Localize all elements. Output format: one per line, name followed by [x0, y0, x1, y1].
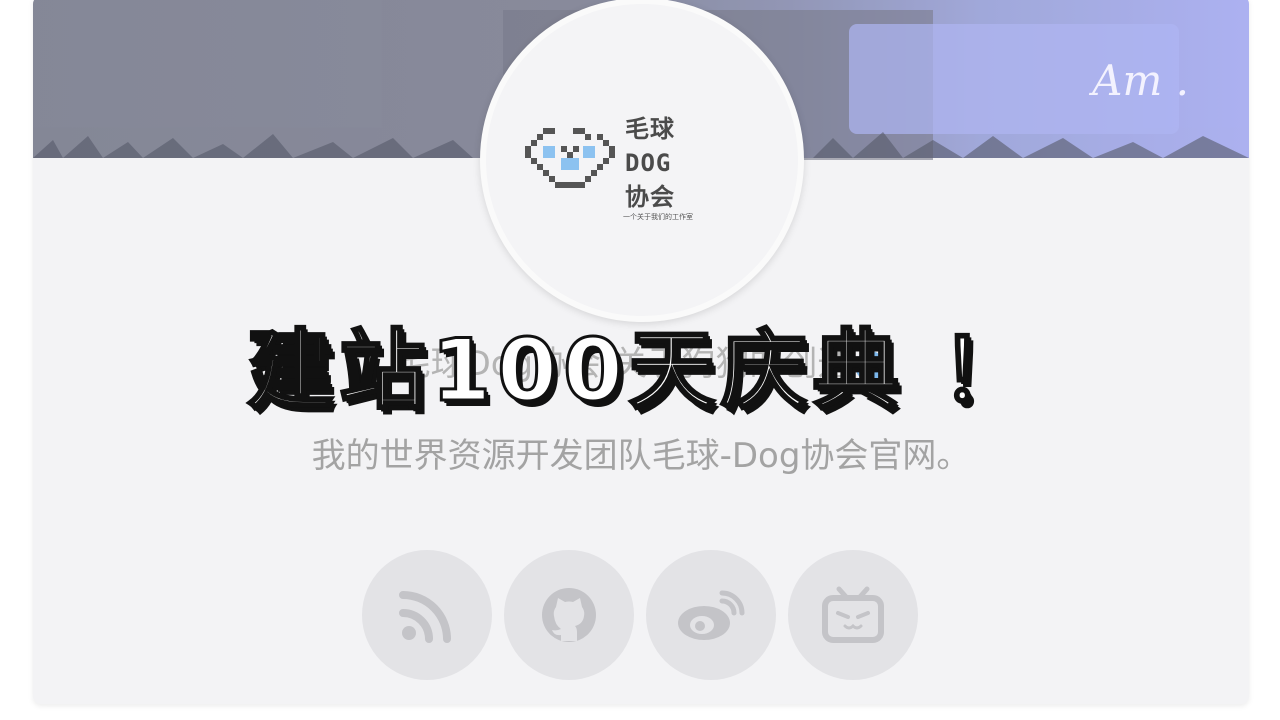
rss-button[interactable] [362, 550, 492, 680]
bilibili-button[interactable] [788, 550, 918, 680]
logo-line-1: 毛球 [625, 115, 675, 143]
site-description: 我的世界资源开发团队毛球-Dog协会官网。 [311, 436, 971, 476]
pixel-dog-logo-icon [525, 128, 615, 188]
logo-line-2: DOG [625, 149, 672, 177]
banner-signature: Am . [1092, 56, 1189, 105]
bilibili-icon [822, 586, 884, 643]
logo-tagline: 一个关于我们的工作室 [623, 213, 693, 221]
weibo-icon [678, 590, 745, 640]
logo-text: 毛球 DOG 协会 [625, 112, 675, 214]
anniversary-headline: 建站100天庆典 ！ [246, 320, 1033, 423]
logo-line-3: 协会 [625, 183, 675, 211]
weibo-button[interactable] [646, 550, 776, 680]
github-icon [542, 588, 596, 642]
rss-icon [399, 591, 451, 643]
github-button[interactable] [504, 550, 634, 680]
social-links [362, 550, 918, 680]
